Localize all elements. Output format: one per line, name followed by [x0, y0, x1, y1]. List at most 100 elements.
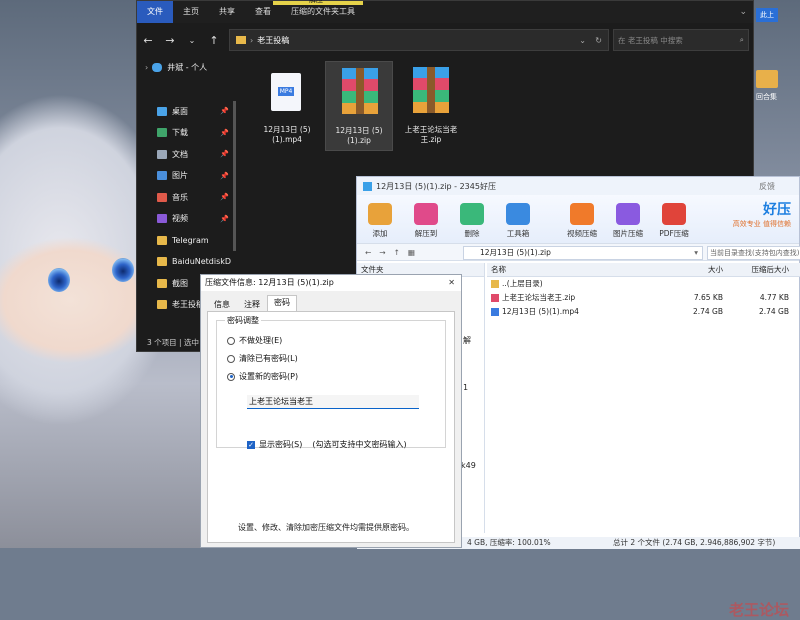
address-field[interactable]: › 老王投稿 ⌄ ↻	[229, 29, 609, 51]
sidebar-item-3[interactable]: 图片 📌	[137, 165, 237, 187]
sidebar-scrollbar[interactable]	[233, 101, 236, 251]
archive-path: 12月13日 (5)(1).zip	[480, 248, 551, 257]
tab-password[interactable]: 密码	[267, 295, 297, 311]
sidebar-item-7[interactable]: BaiduNetdiskD	[137, 251, 237, 273]
chevron-down-icon[interactable]: ⌄	[181, 36, 203, 45]
archive-search-input[interactable]: 当前目录查找(支持包内查找)	[707, 246, 800, 260]
file-item-zip[interactable]: 上老王论坛当老王.zip	[397, 61, 465, 151]
expand-chevron-icon[interactable]: ›	[145, 63, 148, 72]
mp4-file-icon: MP4	[271, 73, 301, 111]
tab-info[interactable]: 信息	[207, 297, 237, 311]
toolbar-button-4[interactable]: 视频压缩	[559, 203, 605, 239]
sidebar-item-label: 图片	[172, 171, 188, 181]
toolbar-separator	[541, 203, 559, 239]
ribbon-expand-icon[interactable]: ⌄	[739, 7, 747, 17]
context-tab-label[interactable]: 解压	[309, 0, 323, 5]
sidebar-item-label: 桌面	[172, 106, 188, 116]
back-arrow-icon[interactable]: ←	[137, 34, 159, 47]
sidebar-item-2[interactable]: 文档 📌	[137, 144, 237, 166]
brand-name: 好压	[763, 202, 791, 218]
radio-clear-password[interactable]: 清除已有密码(L)	[227, 353, 298, 364]
forward-arrow-icon[interactable]: →	[379, 248, 385, 257]
file-item-zip-selected[interactable]: 12月13日 (5)(1).zip	[325, 61, 393, 151]
toolbar-button-2[interactable]: 删除	[449, 203, 495, 239]
cell-packed	[727, 277, 793, 291]
dialog-title-bar: 压缩文件信息: 12月13日 (5)(1).zip ✕	[201, 275, 461, 291]
brand-logo: 好压 高效专业 值得信赖	[733, 203, 791, 231]
ribbon-tab-share[interactable]: 共享	[209, 1, 245, 23]
toolbar-button-5[interactable]: 图片压缩	[605, 203, 651, 239]
column-name[interactable]: 名称	[487, 263, 665, 276]
sidebar-item-4[interactable]: 音乐 📌	[137, 187, 237, 209]
password-tab-panel: 密码调整 不做处理(E) 清除已有密码(L) 设置新的密码(P) ✓ 显示密码(…	[207, 311, 455, 543]
file-type-icon	[491, 308, 499, 316]
tool-icon	[460, 203, 484, 225]
feedback-link[interactable]: 反馈	[759, 181, 775, 192]
table-row[interactable]: ..(上层目录)	[487, 277, 800, 291]
sidebar-item-0[interactable]: 桌面 📌	[137, 101, 237, 123]
group-label: 密码调整	[225, 315, 261, 326]
table-row[interactable]: 12月13日 (5)(1).mp4 2.74 GB 2.74 GB	[487, 305, 800, 319]
back-arrow-icon[interactable]: ←	[365, 248, 371, 257]
cell-name: ..(上层目录)	[487, 277, 665, 291]
dialog-title: 压缩文件信息: 12月13日 (5)(1).zip	[205, 278, 334, 287]
refresh-icon[interactable]: ↻	[595, 36, 602, 45]
sidebar-item-label: 井斌 - 个人	[167, 63, 208, 73]
pin-icon[interactable]: 📌	[220, 215, 229, 223]
ribbon-tab-file[interactable]: 文件	[137, 1, 173, 23]
close-icon[interactable]: ✕	[448, 275, 455, 291]
tree-fragment: k49	[461, 461, 476, 470]
folder-icon	[157, 192, 167, 202]
radio-no-change[interactable]: 不做处理(E)	[227, 335, 282, 346]
breadcrumb-current[interactable]: 老王投稿	[257, 35, 289, 46]
up-arrow-icon[interactable]: ↑	[394, 248, 400, 257]
sidebar-item-6[interactable]: Telegram	[137, 230, 237, 252]
desktop-top-label[interactable]: 此上	[756, 8, 778, 22]
file-name: 上老王论坛当老王.zip	[502, 293, 576, 302]
pin-icon[interactable]: 📌	[220, 172, 229, 180]
cloud-icon	[152, 63, 163, 73]
forward-arrow-icon[interactable]: →	[159, 34, 181, 47]
archive-info-dialog: 压缩文件信息: 12月13日 (5)(1).zip ✕ 信息 注释 密码 密码调…	[200, 274, 462, 548]
column-packed[interactable]: 压缩后大小	[727, 263, 793, 276]
pin-icon[interactable]: 📌	[220, 150, 229, 158]
desktop-icon[interactable]	[756, 70, 778, 88]
column-size[interactable]: 大小	[665, 263, 727, 276]
toolbar-button-0[interactable]: 添加	[357, 203, 403, 239]
ribbon-tab-home[interactable]: 主页	[173, 1, 209, 23]
toolbar-button-6[interactable]: PDF压缩	[651, 203, 697, 239]
pin-icon[interactable]: 📌	[220, 107, 229, 115]
forum-watermark: 老王论坛	[728, 601, 789, 619]
table-row[interactable]: 上老王论坛当老王.zip 7.65 KB 4.77 KB	[487, 291, 800, 305]
sidebar-item-1[interactable]: 下载 📌	[137, 122, 237, 144]
search-input[interactable]: 在 老王投稿 中搜索 ⌕	[613, 29, 749, 51]
up-arrow-icon[interactable]: ↑	[203, 34, 225, 47]
toolbar-button-3[interactable]: 工具箱	[495, 203, 541, 239]
status-ratio: 4 GB, 压缩率: 100.01%	[467, 538, 551, 547]
cell-size	[665, 277, 727, 291]
show-password-checkbox[interactable]: ✓ 显示密码(S) (勾选可支持中文密码输入)	[247, 439, 407, 450]
sidebar-item-5[interactable]: 视频 📌	[137, 208, 237, 230]
radio-label: 清除已有密码(L)	[239, 354, 298, 363]
path-dropdown-icon[interactable]: ▾	[694, 247, 698, 259]
tool-label: 工具箱	[506, 229, 530, 238]
archive-path-field[interactable]: 12月13日 (5)(1).zip ▾	[463, 246, 703, 260]
archive-nav-bar: ← → ↑ ▦ 12月13日 (5)(1).zip ▾ 当前目录查找(支持包内查…	[357, 243, 800, 261]
toolbar-buttons: 添加 解压到 删除 工具箱 视频压缩 图片压缩 PDF压缩	[357, 203, 697, 239]
toolbar-button-1[interactable]: 解压到	[403, 203, 449, 239]
password-input[interactable]	[247, 395, 419, 409]
folder-icon	[157, 257, 167, 267]
cell-size: 7.65 KB	[693, 293, 723, 302]
pin-icon[interactable]: 📌	[220, 193, 229, 201]
tool-icon	[368, 203, 392, 225]
radio-set-password[interactable]: 设置新的密码(P)	[227, 371, 298, 382]
pin-icon[interactable]: 📌	[220, 129, 229, 137]
file-name: ..(上层目录)	[502, 279, 543, 288]
file-label: 12月13日 (5)(1).zip	[335, 126, 383, 145]
address-dropdown-icon[interactable]: ⌄	[579, 36, 586, 45]
file-type-icon	[491, 294, 499, 302]
tab-comment[interactable]: 注释	[237, 297, 267, 311]
sidebar-item-cloud[interactable]: › 井斌 - 个人	[137, 57, 237, 79]
view-icon[interactable]: ▦	[408, 248, 415, 257]
file-item-mp4[interactable]: MP4 12月13日 (5)(1).mp4	[253, 61, 321, 151]
